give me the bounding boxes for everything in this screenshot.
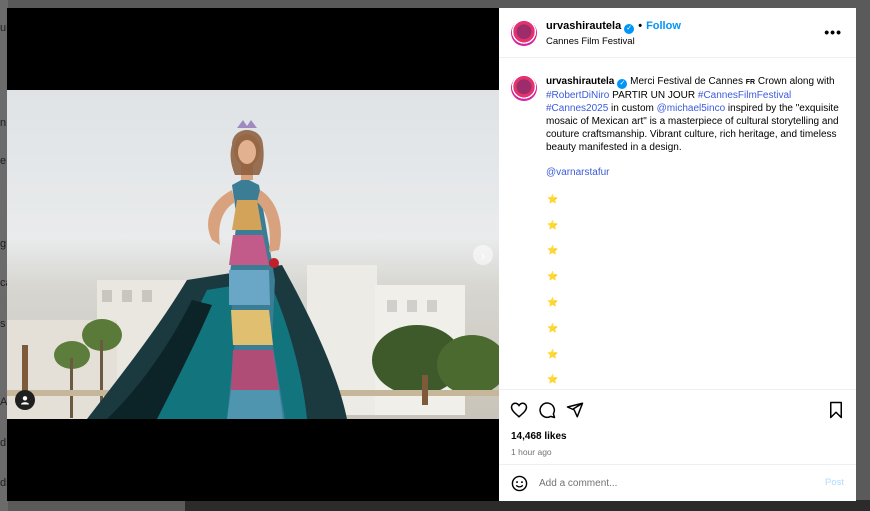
caption-segment: Crown along with <box>755 76 835 87</box>
photo-illustration <box>7 120 499 419</box>
share-icon[interactable] <box>566 401 584 419</box>
star-emoji: ⭐ <box>547 271 559 281</box>
star-emoji: ⭐ <box>547 349 559 359</box>
star-emoji: ⭐ <box>547 297 559 307</box>
hashtag-link[interactable]: #CannesFilmFestival <box>698 90 791 101</box>
caption-username[interactable]: urvashirautela <box>546 76 614 87</box>
caption-avatar[interactable] <box>511 75 537 101</box>
star-emoji: ⭐ <box>547 374 559 384</box>
post-comment-button[interactable]: Post <box>825 477 844 488</box>
caption-segment: PARTIR UN JOUR <box>609 90 698 101</box>
follow-button[interactable]: Follow <box>646 20 681 32</box>
more-icon: ••• <box>824 24 842 40</box>
caption-scroll-area[interactable]: urvashirautela ✓ Merci Festival de Cannes… <box>499 59 856 389</box>
post-actions: 14,468 likes 1 hour ago <box>499 389 856 469</box>
header-username-row: urvashirautela ✓ • Follow <box>546 20 681 34</box>
post-timestamp: 1 hour ago <box>511 447 552 457</box>
star-emoji: ⭐ <box>547 194 559 204</box>
comment-input[interactable] <box>539 474 809 492</box>
verified-icon: ✓ <box>617 79 628 89</box>
comment-icon[interactable] <box>538 401 556 419</box>
post-details-panel: urvashirautela ✓ • Follow Cannes Film Festi… <box>499 8 856 501</box>
star-emoji: ⭐ <box>547 323 559 333</box>
mention-link[interactable]: @varnarstafur <box>546 167 610 178</box>
caption-text: urvashirautela ✓ Merci Festival de Cannes… <box>546 75 844 154</box>
separator-dot: • <box>638 20 643 32</box>
tag-user-icon <box>21 396 29 405</box>
post-header: urvashirautela ✓ • Follow Cannes Film Festi… <box>499 8 856 58</box>
post-media[interactable]: › <box>7 8 499 501</box>
avatar[interactable] <box>511 20 537 46</box>
post-photo <box>7 90 499 419</box>
verified-icon: ✓ <box>624 24 635 34</box>
comment-bar: Post <box>499 464 856 501</box>
caption-segment: in custom <box>608 103 657 114</box>
star-emoji: ⭐ <box>547 245 559 255</box>
star-emoji: ⭐ <box>547 220 559 230</box>
hashtag-link[interactable]: #RobertDiNiro <box>546 90 609 101</box>
caption-segment: Merci Festival de Cannes <box>630 76 746 87</box>
flag-fr-icon: FR <box>745 79 756 86</box>
header-username[interactable]: urvashirautela <box>546 20 621 32</box>
hashtag-link[interactable]: #Cannes2025 <box>546 103 608 114</box>
more-options-button[interactable]: ••• <box>824 24 842 40</box>
heart-icon[interactable] <box>510 401 528 419</box>
tagged-users-button[interactable] <box>15 390 35 410</box>
bookmark-icon[interactable] <box>827 401 845 419</box>
likes-count[interactable]: 14,468 likes <box>511 431 567 442</box>
background-thumbnails <box>185 500 870 511</box>
emoji-icon[interactable] <box>511 475 528 492</box>
chevron-right-icon: › <box>480 247 486 263</box>
next-slide-button[interactable]: › <box>473 245 493 265</box>
mention-link[interactable]: @michael5inco <box>657 103 726 114</box>
post-location[interactable]: Cannes Film Festival <box>546 36 635 47</box>
